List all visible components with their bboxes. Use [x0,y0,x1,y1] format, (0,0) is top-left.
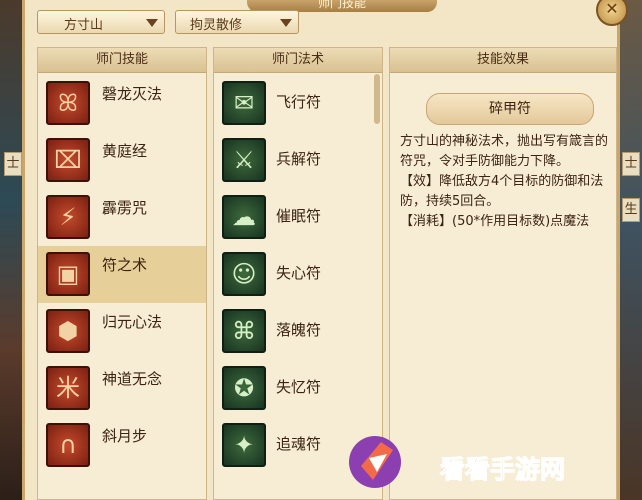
effect-description-block: 方寸山的神秘法术，抛出写有箴言的符咒，令对手防御能力下降。 【效】降低敌方4个目… [400,132,612,232]
spell-item[interactable]: ✉ 飞行符 [214,75,382,132]
soul-talisman-icon: ⌘ [222,309,266,353]
effect-spell-name: 碎甲符 [426,93,594,125]
skill-item-label: 归元心法 [102,313,163,331]
arch-seal-icon: ∩ [46,423,90,467]
skills-window: 师门技能 方寸山 拘灵散修 师门技能 ꕤ 磬龙灭法 ⌧ 黄庭经 ⚡ 霹雳咒 ▣ … [22,0,620,500]
skill-item-label: 黄庭经 [102,142,148,160]
spell-item[interactable]: ✪ 失忆符 [214,360,382,417]
branch-dropdown-label: 拘灵散修 [190,18,243,33]
skill-item-selected[interactable]: ▣ 符之术 [38,246,206,303]
hexagon-seal-icon: ⬢ [46,309,90,353]
spell-item-label: 失忆符 [276,378,322,396]
side-tab-right-1[interactable]: 士 [622,152,640,176]
effect-panel-header: 技能效果 [390,48,616,73]
rice-seal-icon: 米 [46,366,90,410]
skills-panel: 师门技能 ꕤ 磬龙灭法 ⌧ 黄庭经 ⚡ 霹雳咒 ▣ 符之术 ⬢ 归元心法 米 神… [37,47,207,500]
skill-item[interactable]: ꕤ 磬龙灭法 [38,75,206,132]
skill-item[interactable]: ⚡ 霹雳咒 [38,189,206,246]
chase-talisman-icon: ✦ [222,423,266,467]
skill-item[interactable]: ⌧ 黄庭经 [38,132,206,189]
skill-item[interactable]: ∩ 斜月步 [38,417,206,474]
effect-panel: 技能效果 碎甲符 方寸山的神秘法术，抛出写有箴言的符咒，令对手防御能力下降。 【… [389,47,617,500]
flying-talisman-icon: ✉ [222,81,266,125]
skills-panel-header: 师门技能 [38,48,206,73]
side-tab-left[interactable]: 士 [4,152,22,176]
memory-talisman-icon: ✪ [222,366,266,410]
talisman-seal-icon: ▣ [46,252,90,296]
effect-detail: 【效】降低敌方4个目标的防御和法防，持续5回合。 [400,174,604,209]
branch-dropdown[interactable]: 拘灵散修 [175,10,299,34]
chevron-down-icon [146,19,158,27]
thunder-seal-icon: ⚡ [46,195,90,239]
watermark-text: 看看手游网 [439,455,566,485]
spell-item-label: 飞行符 [276,93,322,111]
spell-item-label: 失心符 [276,264,322,282]
school-dropdown[interactable]: 方寸山 [37,10,165,34]
skill-item[interactable]: ⬢ 归元心法 [38,303,206,360]
mind-talisman-icon: ☺ [222,252,266,296]
spell-item-label: 追魂符 [276,435,322,453]
skill-item-label: 神道无念 [102,370,163,388]
spell-item[interactable]: ☁ 催眠符 [214,189,382,246]
school-dropdown-label: 方寸山 [64,18,104,33]
weapon-talisman-icon: ⚔ [222,138,266,182]
skill-item[interactable]: 米 神道无念 [38,360,206,417]
spell-item[interactable]: ☺ 失心符 [214,246,382,303]
effect-description: 方寸山的神秘法术，抛出写有箴言的符咒，令对手防御能力下降。 [400,134,609,169]
spell-item[interactable]: ⌘ 落魄符 [214,303,382,360]
side-tab-right-2[interactable]: 生 [622,198,640,222]
effect-cost: 【消耗】(50*作用目标数)点魔法 [400,214,590,229]
spell-item-label: 兵解符 [276,150,322,168]
spell-item-label: 催眠符 [276,207,322,225]
sleep-talisman-icon: ☁ [222,195,266,239]
skill-item-label: 磬龙灭法 [102,85,163,103]
skill-item-label: 斜月步 [102,427,148,445]
spell-item[interactable]: ⚔ 兵解符 [214,132,382,189]
skill-item-label: 霹雳咒 [102,199,148,217]
spells-panel-header: 师门法术 [214,48,382,73]
close-icon: ✕ [605,0,619,18]
chevron-down-icon [280,19,292,27]
skill-item-label: 符之术 [102,256,148,274]
background-scene-right [620,0,642,500]
scroll-seal-icon: ⌧ [46,138,90,182]
spell-item-label: 落魄符 [276,321,322,339]
watermark-logo-icon [349,436,401,488]
dragon-seal-icon: ꕤ [46,81,90,125]
